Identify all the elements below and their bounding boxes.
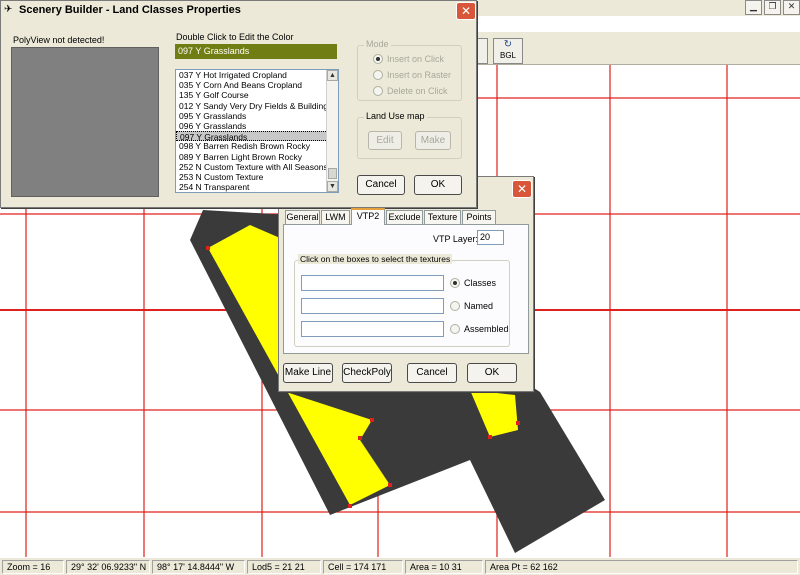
list-item[interactable]: 012 Y Sandy Very Dry Fields & Buildings: [176, 101, 338, 111]
dialog-title: Scenery Builder - Land Classes Propertie…: [19, 4, 241, 16]
tab-lwm[interactable]: LWM: [321, 210, 350, 224]
maximize-icon[interactable]: ❐: [764, 0, 781, 15]
vertex-marker[interactable]: [358, 436, 362, 440]
tab-texture[interactable]: Texture: [424, 210, 461, 224]
named-radio-label: Named: [464, 301, 494, 311]
list-item[interactable]: 035 Y Corn And Beans Cropland: [176, 80, 338, 90]
ok-button[interactable]: OK: [467, 363, 517, 383]
status-lod: Lod5 = 21 21: [247, 560, 321, 574]
vtp2-tab-panel: VTP Layer: 20 Click on the boxes to sele…: [283, 224, 529, 354]
list-item[interactable]: 037 Y Hot Irrigated Cropland: [176, 70, 338, 80]
land-use-map-group: Land Use map Edit Make: [357, 111, 462, 159]
vertex-marker[interactable]: [388, 483, 392, 487]
close-icon[interactable]: ✕: [456, 2, 476, 20]
bgl-button-label: BGL: [499, 51, 516, 60]
cancel-button[interactable]: Cancel: [357, 175, 405, 195]
list-item[interactable]: 252 N Custom Texture with All Seasons: [176, 162, 338, 172]
app-icon: ✈: [4, 4, 13, 15]
vertex-marker[interactable]: [370, 418, 374, 422]
land-class-list[interactable]: 037 Y Hot Irrigated Cropland 035 Y Corn …: [175, 69, 339, 193]
list-item[interactable]: 135 Y Golf Course: [176, 90, 338, 100]
texture-classes-input[interactable]: [301, 275, 444, 291]
cancel-button[interactable]: Cancel: [407, 363, 457, 383]
tab-points[interactable]: Points: [462, 210, 496, 224]
minimize-icon[interactable]: ▁: [745, 0, 762, 15]
status-latitude: 29° 32' 06.9233" N: [66, 560, 150, 574]
mode-group: Mode Insert on Click Insert on Raster De…: [357, 39, 462, 101]
tab-exclude[interactable]: Exclude: [386, 210, 423, 224]
assembled-radio[interactable]: [450, 324, 460, 334]
status-zoom: Zoom = 16: [2, 560, 64, 574]
vertex-marker[interactable]: [348, 504, 352, 508]
vertex-marker[interactable]: [488, 435, 492, 439]
textures-group-label: Click on the boxes to select the texture…: [298, 254, 453, 264]
make-line-button[interactable]: Make Line: [283, 363, 333, 383]
list-scrollbar[interactable]: ▲ ▼: [326, 70, 338, 192]
dialog-title-bar: ✈ Scenery Builder - Land Classes Propert…: [1, 1, 476, 21]
insert-on-click-label: Insert on Click: [387, 54, 445, 64]
tab-vtp2[interactable]: VTP2: [351, 208, 385, 225]
insert-on-raster-radio: [373, 70, 383, 80]
vertex-marker[interactable]: [206, 246, 210, 250]
check-poly-button[interactable]: CheckPoly: [342, 363, 392, 383]
delete-on-click-label: Delete on Click: [387, 86, 448, 96]
classes-radio[interactable]: [450, 278, 460, 288]
status-bar: Zoom = 16 29° 32' 06.9233" N 98° 17' 14.…: [0, 557, 800, 575]
vertex-marker[interactable]: [516, 421, 520, 425]
status-area: Area = 10 31: [405, 560, 483, 574]
poly-properties-dialog: ✕ General LWM VTP2 Exclude Texture Point…: [278, 176, 534, 392]
classes-radio-label: Classes: [464, 278, 497, 288]
land-classes-dialog: ✈ Scenery Builder - Land Classes Propert…: [0, 0, 477, 208]
list-item[interactable]: 254 N Transparent: [176, 182, 338, 192]
preview-status: PolyView not detected!: [13, 35, 105, 45]
ok-button[interactable]: OK: [414, 175, 462, 195]
list-item[interactable]: 095 Y Grasslands: [176, 111, 338, 121]
scroll-thumb[interactable]: [328, 168, 337, 179]
vtp-layer-label: VTP Layer:: [433, 234, 478, 244]
list-item[interactable]: 089 Y Barren Light Brown Rocky: [176, 152, 338, 162]
land-use-map-label: Land Use map: [364, 111, 427, 121]
selected-color-field[interactable]: 097 Y Grasslands: [175, 44, 337, 59]
status-area-pt: Area Pt = 62 162: [485, 560, 798, 574]
mode-group-label: Mode: [364, 39, 391, 49]
color-preview: [11, 47, 159, 197]
list-item[interactable]: 096 Y Grasslands: [176, 121, 338, 131]
list-item-selected[interactable]: 097 Y Grasslands: [176, 131, 338, 142]
insert-on-raster-label: Insert on Raster: [387, 70, 452, 80]
make-button[interactable]: Make: [415, 131, 451, 150]
scroll-down-icon[interactable]: ▼: [327, 181, 338, 192]
refresh-icon: ↻: [503, 39, 513, 50]
texture-named-input[interactable]: [301, 298, 444, 314]
tab-general[interactable]: General: [285, 210, 320, 224]
assembled-radio-label: Assembled: [464, 324, 509, 334]
close-icon[interactable]: ✕: [512, 180, 532, 198]
status-longitude: 98° 17' 14.8444" W: [152, 560, 245, 574]
status-cell: Cell = 174 171: [323, 560, 403, 574]
edit-color-label: Double Click to Edit the Color: [176, 32, 294, 42]
edit-button[interactable]: Edit: [368, 131, 402, 150]
insert-on-click-radio: [373, 54, 383, 64]
close-icon[interactable]: ✕: [783, 0, 800, 15]
list-item[interactable]: 253 N Custom Texture: [176, 172, 338, 182]
bgl-button[interactable]: ↻ BGL: [493, 38, 523, 64]
scroll-up-icon[interactable]: ▲: [327, 70, 338, 81]
delete-on-click-radio: [373, 86, 383, 96]
textures-group: Click on the boxes to select the texture…: [294, 254, 510, 347]
vtp-layer-input[interactable]: 20: [477, 230, 504, 245]
texture-assembled-input[interactable]: [301, 321, 444, 337]
named-radio[interactable]: [450, 301, 460, 311]
list-item[interactable]: 098 Y Barren Redish Brown Rocky: [176, 141, 338, 151]
